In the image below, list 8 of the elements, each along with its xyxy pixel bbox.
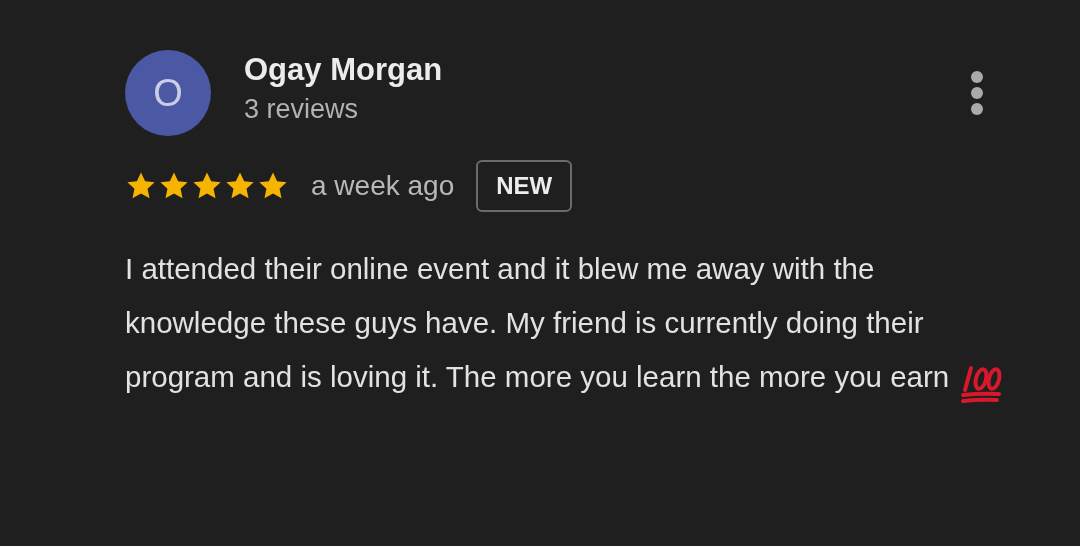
author-name: Ogay Morgan <box>244 52 443 88</box>
review-text: I attended their online event and it blew me away with the knowledge these guys have. My friend is currently doing their program and is loving it. The more you learn the more you earn <box>125 252 950 393</box>
hundred-points-icon <box>959 364 1003 404</box>
avatar: O <box>125 50 211 136</box>
review-count: 3 reviews <box>244 94 360 125</box>
new-badge: NEW <box>476 160 573 212</box>
review-time: a week ago <box>311 170 455 202</box>
more-options-icon[interactable] <box>970 70 984 116</box>
